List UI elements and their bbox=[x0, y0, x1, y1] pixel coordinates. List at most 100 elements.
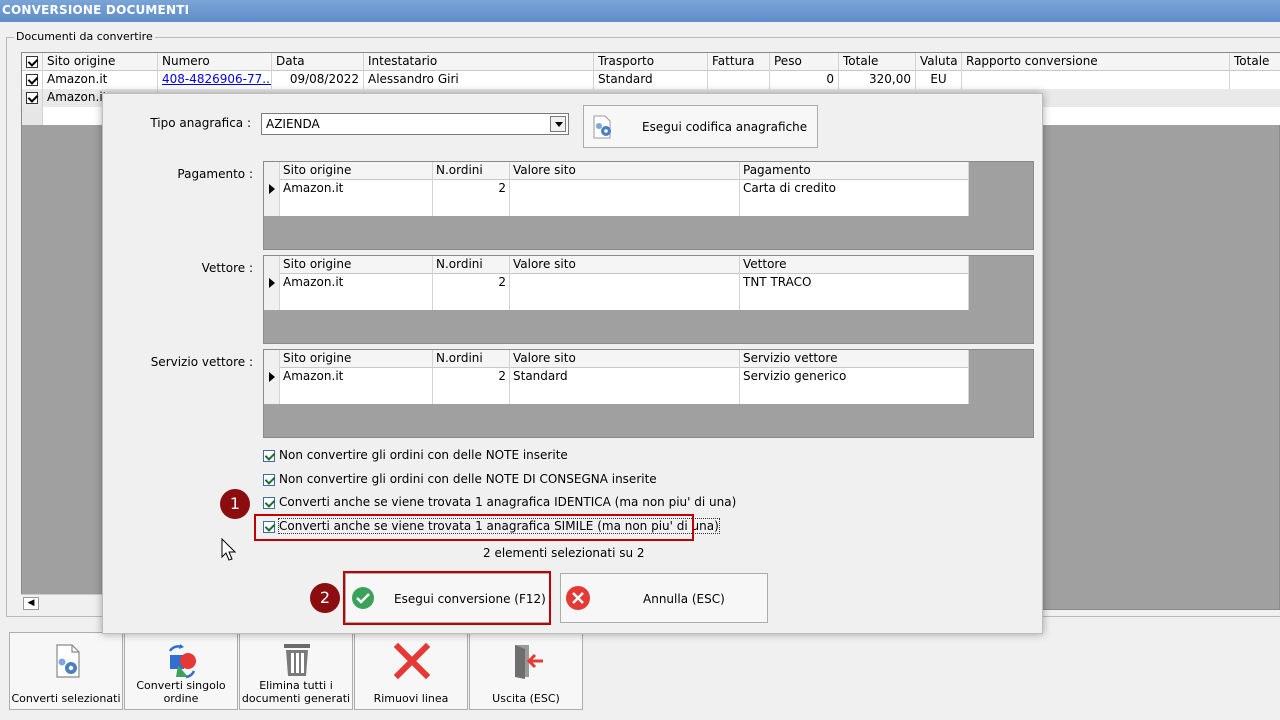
empty-cell[interactable] bbox=[740, 292, 969, 310]
col-header[interactable]: Sito origine bbox=[280, 350, 433, 368]
cell-pagamento[interactable]: Carta di credito bbox=[740, 180, 969, 198]
table-row[interactable]: Amazon.it 2 Standard Servizio generico bbox=[264, 368, 969, 386]
row-pointer[interactable] bbox=[264, 180, 280, 198]
row-selector[interactable] bbox=[264, 386, 280, 404]
col-header[interactable]: Valore sito bbox=[510, 162, 740, 180]
row-selector[interactable] bbox=[22, 107, 43, 125]
col-header[interactable]: Intestatario bbox=[364, 53, 594, 71]
row-selector[interactable] bbox=[264, 292, 280, 310]
cell-numero-link[interactable]: 408-4826906-77... bbox=[158, 71, 272, 89]
servizio-vettore-grid[interactable]: Sito origine N.ordini Valore sito Serviz… bbox=[263, 349, 1034, 438]
empty-cell[interactable] bbox=[280, 386, 433, 404]
col-header[interactable]: Rapporto conversione bbox=[962, 53, 1230, 71]
cell-nordini[interactable]: 2 bbox=[433, 180, 510, 198]
empty-cell[interactable] bbox=[433, 198, 510, 216]
empty-cell[interactable] bbox=[510, 292, 740, 310]
empty-cell[interactable] bbox=[280, 292, 433, 310]
order-number-link[interactable]: 408-4826906-77... bbox=[162, 72, 271, 86]
checkbox-icon[interactable] bbox=[26, 91, 38, 104]
row-selector-header bbox=[264, 256, 280, 274]
col-header[interactable]: Sito origine bbox=[43, 53, 158, 71]
row-selector-header bbox=[264, 162, 280, 180]
col-header[interactable]: Valore sito bbox=[510, 350, 740, 368]
converti-selezionati-button[interactable]: Converti selezionati bbox=[9, 632, 123, 710]
row-pointer-icon bbox=[269, 184, 275, 194]
col-header[interactable]: Trasporto bbox=[594, 53, 708, 71]
row-pointer[interactable] bbox=[264, 274, 280, 292]
col-header[interactable]: Peso bbox=[770, 53, 839, 71]
horizontal-scrollbar[interactable]: ◀ bbox=[21, 594, 103, 611]
chevron-down-icon[interactable] bbox=[550, 116, 566, 132]
red-cancel-icon bbox=[566, 586, 590, 610]
cell-sito[interactable]: Amazon.it bbox=[280, 274, 433, 292]
checkbox-no-note-consegna[interactable]: Non convertire gli ordini con delle NOTE… bbox=[263, 472, 657, 486]
cell-nordini[interactable]: 2 bbox=[433, 368, 510, 386]
empty-cell[interactable] bbox=[510, 386, 740, 404]
col-header[interactable]: Vettore bbox=[740, 256, 969, 274]
col-header[interactable]: Sito origine bbox=[280, 256, 433, 274]
col-header[interactable]: Servizio vettore bbox=[740, 350, 969, 368]
empty-cell[interactable] bbox=[740, 198, 969, 216]
row-select[interactable] bbox=[22, 89, 43, 107]
col-header[interactable]: Totale bbox=[1230, 53, 1280, 71]
cell-servizio-vettore[interactable]: Servizio generico bbox=[740, 368, 969, 386]
col-header[interactable]: Totale bbox=[839, 53, 916, 71]
checkbox-icon[interactable] bbox=[26, 55, 38, 68]
checkbox-icon[interactable] bbox=[26, 73, 38, 86]
empty-cell[interactable] bbox=[433, 386, 510, 404]
cell-nordini[interactable]: 2 bbox=[433, 274, 510, 292]
col-header[interactable]: Sito origine bbox=[280, 162, 433, 180]
rimuovi-linea-button[interactable]: Rimuovi linea bbox=[354, 632, 468, 710]
cell-sito[interactable]: Amazon.it bbox=[280, 368, 433, 386]
col-header[interactable]: N.ordini bbox=[433, 350, 510, 368]
uscita-button[interactable]: Uscita (ESC) bbox=[469, 632, 583, 710]
cell-valore-sito[interactable] bbox=[510, 274, 740, 292]
col-header[interactable]: N.ordini bbox=[433, 162, 510, 180]
pagamento-grid[interactable]: Sito origine N.ordini Valore sito Pagame… bbox=[263, 161, 1034, 250]
tipo-anagrafica-select[interactable]: AZIENDA bbox=[261, 113, 569, 135]
col-header[interactable]: N.ordini bbox=[433, 256, 510, 274]
empty-cell[interactable] bbox=[510, 198, 740, 216]
row-select[interactable] bbox=[22, 71, 43, 89]
checkbox-icon[interactable] bbox=[263, 473, 275, 486]
empty-cell[interactable] bbox=[433, 292, 510, 310]
elimina-documenti-button[interactable]: Elimina tutti i documenti generati bbox=[239, 632, 353, 710]
col-header[interactable]: Fattura bbox=[708, 53, 770, 71]
table-row-empty[interactable] bbox=[264, 386, 969, 404]
highlight-box-ok bbox=[343, 571, 551, 625]
header-select-all[interactable] bbox=[22, 53, 43, 71]
table-row[interactable]: Amazon.it 408-4826906-77... 09/08/2022 A… bbox=[22, 71, 1280, 89]
empty-cell[interactable] bbox=[280, 198, 433, 216]
table-row-empty[interactable] bbox=[264, 198, 969, 216]
row-pointer-icon bbox=[269, 278, 275, 288]
selection-status: 2 elementi selezionati su 2 bbox=[483, 546, 645, 560]
table-row[interactable]: Amazon.it 2 Carta di credito bbox=[264, 180, 969, 198]
esegui-codifica-button[interactable]: Esegui codifica anagrafiche bbox=[583, 105, 818, 148]
col-header[interactable]: Data bbox=[272, 53, 364, 71]
converti-singolo-button[interactable]: Converti singolo ordine bbox=[124, 632, 238, 710]
button-label: Rimuovi linea bbox=[373, 692, 449, 705]
checkbox-icon[interactable] bbox=[263, 496, 275, 509]
groupbox-label: Documenti da convertire bbox=[14, 30, 155, 43]
empty-cell[interactable] bbox=[740, 386, 969, 404]
checkbox-label: Converti anche se viene trovata 1 anagra… bbox=[279, 495, 737, 509]
cell-valore-sito[interactable] bbox=[510, 180, 740, 198]
col-header[interactable]: Valuta bbox=[916, 53, 962, 71]
col-header[interactable]: Numero bbox=[158, 53, 272, 71]
vettore-grid[interactable]: Sito origine N.ordini Valore sito Vettor… bbox=[263, 255, 1034, 344]
cell-valore-sito[interactable]: Standard bbox=[510, 368, 740, 386]
annulla-button[interactable]: Annulla (ESC) bbox=[560, 573, 768, 623]
cell-data: 09/08/2022 bbox=[272, 71, 364, 89]
cell-sito[interactable]: Amazon.it bbox=[280, 180, 433, 198]
row-selector[interactable] bbox=[264, 198, 280, 216]
row-pointer[interactable] bbox=[264, 368, 280, 386]
checkbox-anagrafica-identica[interactable]: Converti anche se viene trovata 1 anagra… bbox=[263, 495, 736, 509]
col-header[interactable]: Pagamento bbox=[740, 162, 969, 180]
table-row[interactable]: Amazon.it 2 TNT TRACO bbox=[264, 274, 969, 292]
cell-vettore[interactable]: TNT TRACO bbox=[740, 274, 969, 292]
checkbox-icon[interactable] bbox=[263, 449, 275, 462]
scroll-left-icon[interactable]: ◀ bbox=[23, 597, 39, 610]
col-header[interactable]: Valore sito bbox=[510, 256, 740, 274]
table-row-empty[interactable] bbox=[264, 292, 969, 310]
checkbox-no-note[interactable]: Non convertire gli ordini con delle NOTE… bbox=[263, 448, 568, 462]
